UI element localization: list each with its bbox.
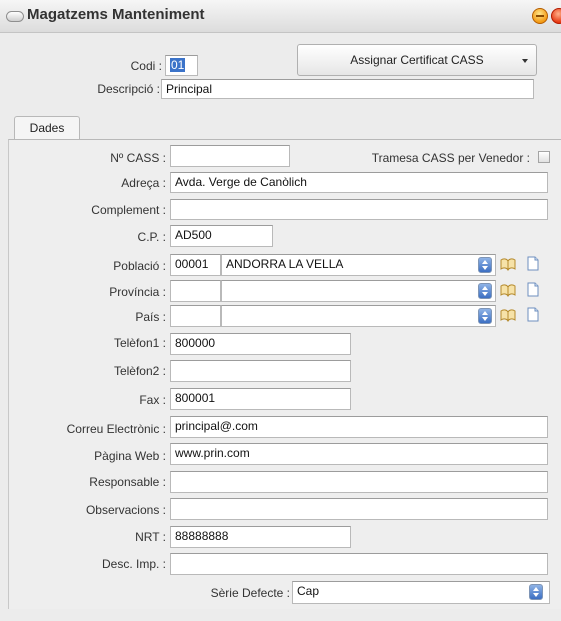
- web-label: Pàgina Web :: [94, 449, 166, 463]
- pais-lookup-book-icon[interactable]: [500, 309, 516, 322]
- fax-field[interactable]: 800001: [170, 388, 351, 410]
- email-field[interactable]: principal@.com: [170, 416, 548, 438]
- descimp-field[interactable]: [170, 553, 548, 575]
- provincia-stepper-icon[interactable]: [478, 283, 492, 299]
- ncass-field[interactable]: [170, 145, 290, 167]
- app-window: Magatzems Manteniment Codi : 01 Assignar…: [0, 0, 561, 621]
- provincia-code-field[interactable]: [170, 280, 221, 302]
- telefon2-field[interactable]: [170, 360, 351, 382]
- provincia-lookup-book-icon[interactable]: [500, 284, 516, 297]
- tramesa-label: Tramesa CASS per Venedor :: [371, 151, 530, 165]
- codi-value: 01: [170, 58, 186, 72]
- poblacio-stepper-icon[interactable]: [478, 257, 492, 273]
- descripcio-field[interactable]: Principal: [161, 79, 534, 99]
- complement-field[interactable]: [170, 199, 548, 220]
- telefon1-field[interactable]: 800000: [170, 333, 351, 355]
- cp-label: C.P. :: [137, 230, 166, 244]
- responsable-field[interactable]: [170, 471, 548, 493]
- title-bar: Magatzems Manteniment: [0, 0, 561, 33]
- serie-stepper-icon[interactable]: [529, 584, 543, 600]
- responsable-label: Responsable :: [89, 475, 166, 489]
- pais-label: País :: [135, 310, 166, 324]
- ncass-label: Nº CASS :: [110, 151, 166, 165]
- minimize-button[interactable]: [532, 8, 548, 24]
- assign-certificate-label: Assignar Certificat CASS: [350, 53, 484, 67]
- descripcio-label: Descripció :: [97, 82, 160, 96]
- pais-name-select[interactable]: [221, 305, 496, 327]
- tab-dades[interactable]: Dades: [14, 116, 80, 140]
- pais-code-field[interactable]: [170, 305, 221, 327]
- tramesa-checkbox[interactable]: [538, 151, 550, 163]
- observacions-field[interactable]: [170, 498, 548, 520]
- adreca-label: Adreça :: [121, 176, 166, 190]
- poblacio-lookup-book-icon[interactable]: [500, 258, 516, 271]
- fax-label: Fax :: [139, 393, 166, 407]
- window-title: Magatzems Manteniment: [27, 6, 205, 23]
- cp-field[interactable]: AD500: [170, 225, 273, 247]
- chevron-down-icon: [522, 59, 528, 63]
- correu-label: Correu Electrònic :: [66, 422, 166, 436]
- codi-label: Codi :: [130, 59, 162, 73]
- complement-label: Complement :: [91, 203, 166, 217]
- serie-select[interactable]: Cap: [292, 581, 550, 604]
- close-button[interactable]: [551, 8, 561, 24]
- poblacio-new-document-icon[interactable]: [527, 256, 539, 271]
- observacions-label: Observacions :: [85, 503, 166, 517]
- provincia-label: Província :: [109, 285, 166, 299]
- tab-dades-label: Dades: [29, 121, 65, 135]
- descimp-label: Desc. Imp. :: [101, 557, 166, 571]
- serie-label: Sèrie Defecte :: [210, 586, 290, 600]
- pais-new-document-icon[interactable]: [527, 307, 539, 322]
- poblacio-code-field[interactable]: 00001: [170, 254, 221, 276]
- codi-field[interactable]: 01: [165, 55, 198, 76]
- adreca-field[interactable]: Avda. Verge de Canòlich: [170, 172, 548, 193]
- web-field[interactable]: www.prin.com: [170, 443, 548, 465]
- window-toolbar-toggle-icon[interactable]: [6, 11, 24, 22]
- poblacio-name-select[interactable]: ANDORRA LA VELLA: [221, 254, 496, 276]
- telefon2-label: Telèfon2 :: [113, 364, 166, 378]
- provincia-new-document-icon[interactable]: [527, 282, 539, 297]
- provincia-name-select[interactable]: [221, 280, 496, 302]
- telefon1-label: Telèfon1 :: [113, 336, 166, 350]
- pais-stepper-icon[interactable]: [478, 308, 492, 324]
- nrt-label: NRT :: [135, 530, 166, 544]
- nrt-field[interactable]: 88888888: [170, 526, 351, 548]
- poblacio-label: Població :: [113, 259, 166, 273]
- assign-certificate-button[interactable]: Assignar Certificat CASS: [297, 44, 537, 76]
